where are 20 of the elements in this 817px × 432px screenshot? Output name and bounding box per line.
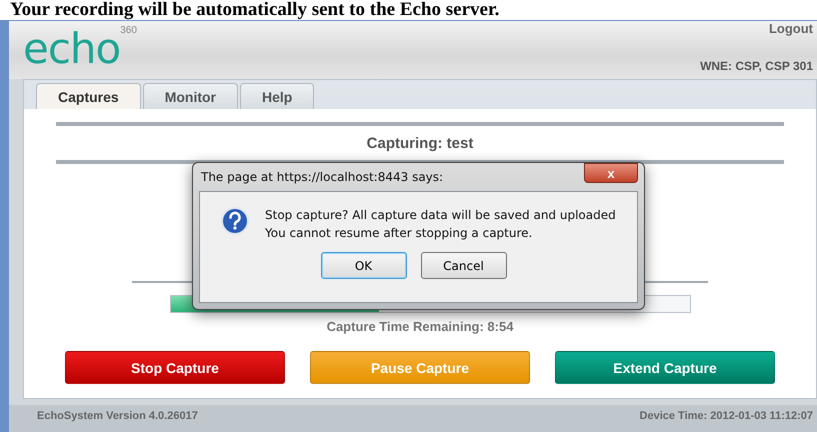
dialog-title: The page at https://localhost:8443 says: [201, 170, 444, 184]
dialog-button[interactable]: Cancel [420, 252, 506, 279]
dialog-button[interactable]: OK [320, 252, 406, 279]
tab[interactable]: Captures [36, 83, 141, 109]
question-icon [220, 206, 250, 236]
version-text: EchoSystem Version 4.0.26017 [37, 410, 198, 424]
dialog-message: You cannot resume after stopping a capture. [265, 225, 534, 242]
capture-title: Capturing: test [366, 134, 474, 154]
tab[interactable]: Help [240, 83, 314, 109]
tab[interactable]: Monitor [142, 83, 238, 109]
capture-button[interactable]: Extend Capture [555, 351, 775, 384]
capture-button[interactable]: Stop Capture [65, 351, 285, 384]
time-remaining: Capture Time Remaining: 8:54 [326, 318, 514, 336]
close-button[interactable]: x [584, 163, 638, 183]
device-time: Device Time: 2012-01-03 11:12:07 [640, 410, 813, 424]
room-label: WNE: CSP, CSP 301 [700, 59, 813, 73]
dialog-message: Stop capture? All capture data will be saved and uploaded [265, 207, 616, 224]
logo: echo$^{360}$ [23, 23, 137, 69]
page-caption: Your recording will be automatically sent to the Echo server. [9, 0, 500, 20]
logout-link[interactable]: Logout [768, 21, 813, 36]
